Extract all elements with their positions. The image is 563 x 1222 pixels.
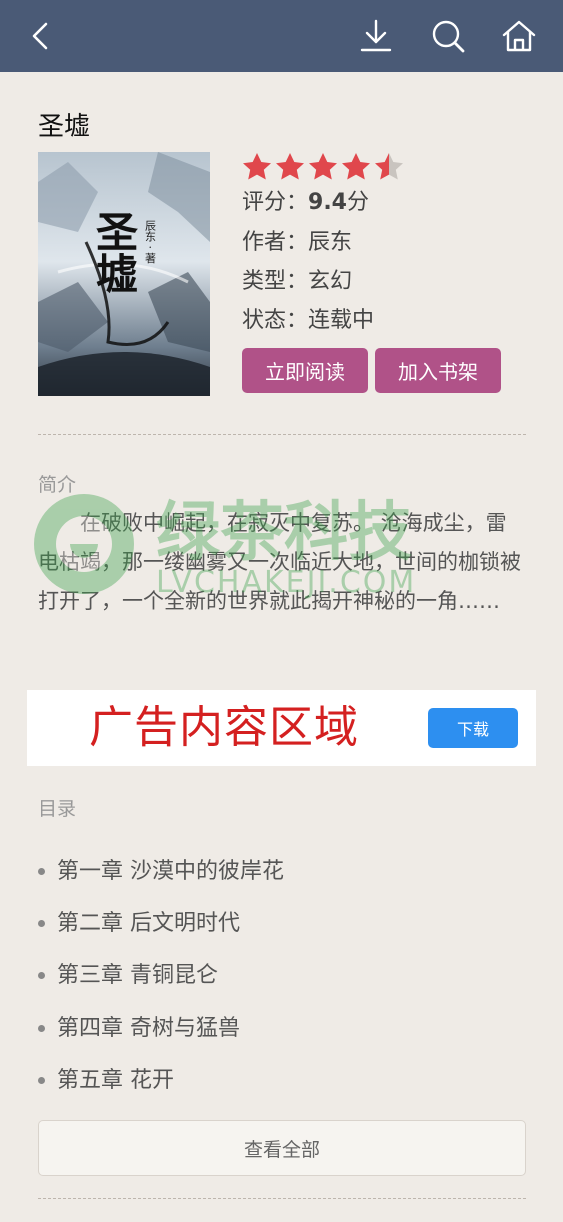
rating-line: 评分：9.4分	[242, 184, 369, 216]
chapter-item[interactable]: 第五章 花开	[38, 1057, 526, 1109]
book-cover-image: 圣墟 辰东 · 著	[38, 152, 210, 396]
cover-title-text: 圣墟	[90, 210, 139, 294]
home-icon[interactable]	[501, 18, 537, 54]
cover-author-text: 辰东 · 著	[144, 220, 157, 264]
star-icon	[309, 153, 337, 180]
download-icon[interactable]	[358, 18, 394, 54]
view-all-button[interactable]: 查看全部	[38, 1120, 526, 1176]
intro-label: 简介	[38, 474, 77, 496]
status-line: 状态：连载中	[242, 308, 375, 333]
add-to-shelf-button[interactable]: 加入书架	[375, 348, 501, 393]
toc-label: 目录	[38, 798, 77, 820]
rating-stars	[242, 152, 404, 182]
star-icon	[243, 153, 271, 180]
divider	[38, 1198, 526, 1199]
author-line: 作者：辰东	[242, 230, 353, 255]
intro-text: 在破败中崛起，在寂灭中复苏。 沧海成尘，雷电枯竭，那一缕幽雾又一次临近大地，世间…	[38, 511, 521, 613]
search-icon[interactable]	[430, 18, 466, 54]
star-icon	[375, 153, 403, 180]
chapter-item[interactable]: 第一章 沙漠中的彼岸花	[38, 848, 526, 900]
top-navigation-bar	[0, 0, 563, 72]
ad-download-button[interactable]: 下载	[428, 708, 518, 748]
chapter-item[interactable]: 第二章 后文明时代	[38, 900, 526, 952]
star-icon	[342, 153, 370, 180]
star-icon	[276, 153, 304, 180]
book-title: 圣墟	[38, 112, 91, 142]
rating-unit: 分	[347, 190, 370, 215]
chapter-list: 第一章 沙漠中的彼岸花 第二章 后文明时代 第三章 青铜昆仑 第四章 奇树与猛兽…	[38, 848, 526, 1109]
rating-value: 9.4	[308, 190, 347, 215]
divider	[38, 434, 526, 435]
back-icon[interactable]	[24, 18, 60, 54]
read-now-button[interactable]: 立即阅读	[242, 348, 368, 393]
ad-text: 广告内容区域	[89, 702, 359, 753]
chapter-item[interactable]: 第三章 青铜昆仑	[38, 952, 526, 1004]
genre-line: 类型：玄幻	[242, 269, 353, 294]
rating-label: 评分：	[242, 190, 309, 215]
ad-banner[interactable]: 广告内容区域 下载	[27, 690, 536, 766]
chapter-item[interactable]: 第四章 奇树与猛兽	[38, 1005, 526, 1057]
